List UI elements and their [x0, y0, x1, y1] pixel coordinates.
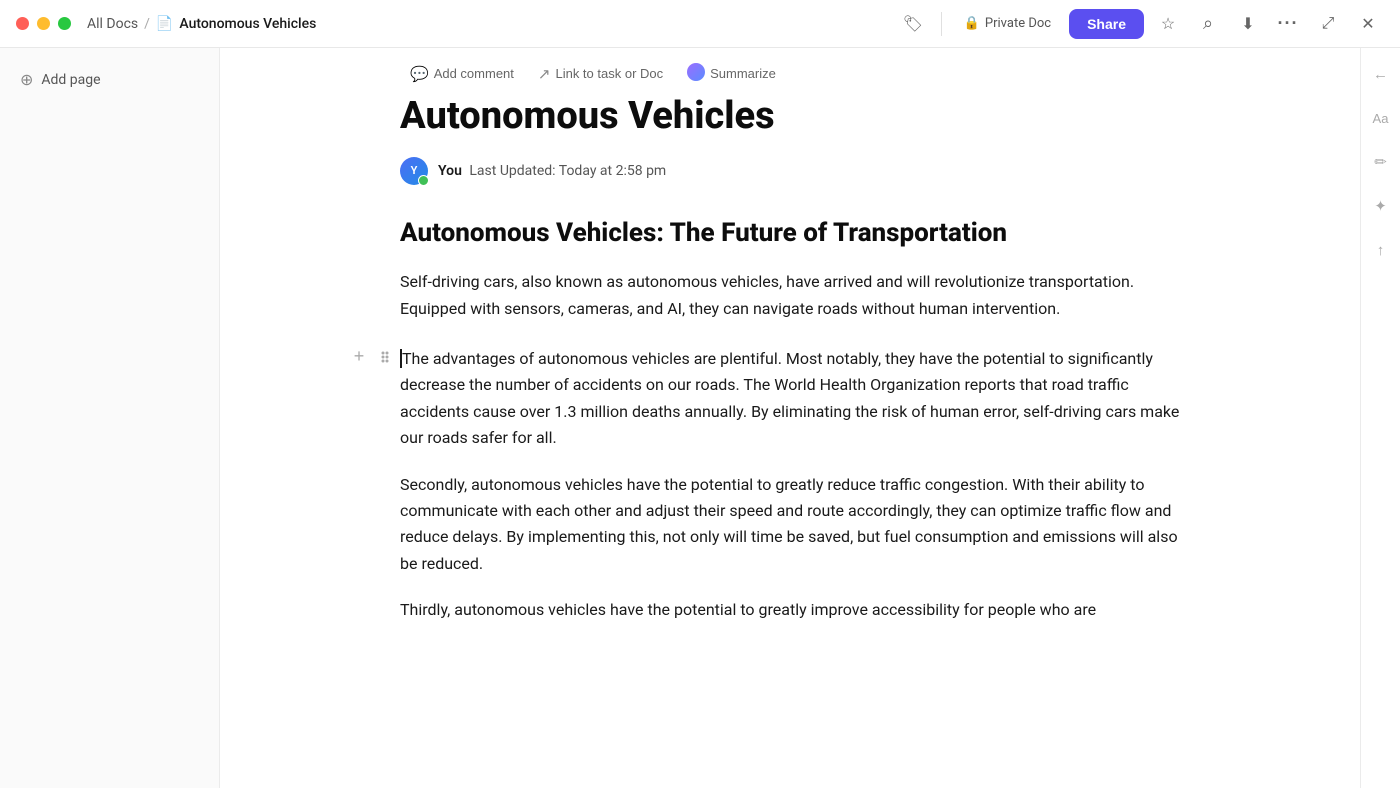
link-task-button[interactable]: ↗ Link to task or Doc [528, 60, 673, 88]
paragraph-3[interactable]: Secondly, autonomous vehicles have the p… [400, 472, 1180, 578]
share-export-button[interactable]: ↑ [1367, 236, 1395, 264]
right-sidebar: ← Aa ✏ ✦ ↑ [1360, 48, 1400, 788]
drag-handle-icon [380, 350, 390, 364]
summarize-label: Summarize [710, 66, 776, 81]
paragraph-1[interactable]: Self-driving cars, also known as autonom… [400, 269, 1180, 322]
tag-icon: 🏷 [903, 14, 923, 34]
ai-button[interactable]: ✦ [1367, 192, 1395, 220]
window-controls [16, 17, 71, 30]
edit-style-button[interactable]: ✏ [1367, 148, 1395, 176]
fullscreen-icon: ⤢ [1322, 15, 1335, 33]
private-doc-label: Private Doc [985, 16, 1051, 31]
maximize-window-button[interactable] [58, 17, 71, 30]
collapse-icon: ← [1373, 66, 1388, 83]
add-page-icon: ⊕ [20, 70, 33, 89]
summarize-button[interactable]: Summarize [677, 58, 786, 89]
breadcrumb: All Docs / 📄 Autonomous Vehicles [87, 16, 897, 32]
add-comment-label: Add comment [434, 66, 514, 81]
titlebar-right: 🏷 🔒 Private Doc Share ☆ ⌕ ⬇ ··· ⤢ ✕ [897, 8, 1384, 40]
doc-title: Autonomous Vehicles [400, 95, 1180, 139]
paragraph-2[interactable]: + The advantages of autonomous vehicles … [400, 346, 1180, 452]
doc-toolbar: 💬 Add comment ↗ Link to task or Doc Summ… [400, 48, 1180, 95]
add-block-button[interactable]: + [348, 346, 370, 368]
more-options-button[interactable]: ··· [1272, 8, 1304, 40]
pencil-icon: ✏ [1374, 153, 1387, 171]
breadcrumb-separator: / [144, 16, 150, 32]
divider [941, 12, 942, 36]
link-task-label: Link to task or Doc [555, 66, 663, 81]
doc-last-updated: Last Updated: Today at 2:58 pm [469, 163, 666, 179]
more-icon: ··· [1278, 13, 1299, 34]
titlebar: All Docs / 📄 Autonomous Vehicles 🏷 🔒 Pri… [0, 0, 1400, 48]
content-area: 💬 Add comment ↗ Link to task or Doc Summ… [220, 48, 1360, 788]
add-comment-button[interactable]: 💬 Add comment [400, 60, 524, 88]
export-button[interactable]: ⬇ [1232, 8, 1264, 40]
paragraph-2-text: The advantages of autonomous vehicles ar… [400, 349, 1179, 447]
all-docs-link[interactable]: All Docs [87, 16, 138, 32]
paragraph-4: Thirdly, autonomous vehicles have the po… [400, 597, 1180, 623]
summarize-icon [687, 63, 705, 84]
breadcrumb-doc-title: Autonomous Vehicles [179, 16, 316, 32]
sparkle-icon: ✦ [1374, 197, 1387, 215]
close-button[interactable]: ✕ [1352, 8, 1384, 40]
drag-handle-button[interactable] [374, 346, 396, 368]
main-layout: ⊕ Add page 💬 Add comment ↗ Link to task … [0, 48, 1400, 788]
export-icon: ⬇ [1241, 14, 1254, 34]
star-icon: ☆ [1161, 14, 1175, 34]
close-window-button[interactable] [16, 17, 29, 30]
add-page-item[interactable]: ⊕ Add page [12, 64, 207, 95]
paragraph-controls: + [348, 346, 396, 368]
add-page-label: Add page [41, 72, 100, 88]
comment-icon: 💬 [410, 65, 429, 83]
doc-content: Autonomous Vehicles Y You Last Updated: … [400, 95, 1180, 703]
link-icon: ↗ [538, 65, 551, 83]
avatar-online-badge [418, 175, 429, 186]
doc-heading: Autonomous Vehicles: The Future of Trans… [400, 217, 1180, 250]
minimize-window-button[interactable] [37, 17, 50, 30]
lock-icon: 🔒 [964, 16, 980, 31]
font-icon: Aa [1373, 111, 1389, 126]
avatar: Y [400, 157, 428, 185]
font-settings-button[interactable]: Aa [1367, 104, 1395, 132]
search-button[interactable]: ⌕ [1192, 8, 1224, 40]
close-icon: ✕ [1361, 14, 1374, 34]
left-sidebar: ⊕ Add page [0, 48, 220, 788]
doc-meta: Y You Last Updated: Today at 2:58 pm [400, 157, 1180, 185]
star-button[interactable]: ☆ [1152, 8, 1184, 40]
private-doc-badge[interactable]: 🔒 Private Doc [954, 12, 1061, 35]
fullscreen-button[interactable]: ⤢ [1312, 8, 1344, 40]
collapse-sidebar-button[interactable]: ← [1367, 60, 1395, 88]
upload-icon: ↑ [1377, 242, 1385, 259]
doc-icon: 📄 [156, 16, 173, 32]
share-button[interactable]: Share [1069, 9, 1144, 39]
doc-meta-text: You Last Updated: Today at 2:58 pm [438, 163, 666, 179]
search-icon: ⌕ [1203, 13, 1213, 34]
tag-button[interactable]: 🏷 [897, 8, 929, 40]
doc-author: You [438, 163, 462, 179]
